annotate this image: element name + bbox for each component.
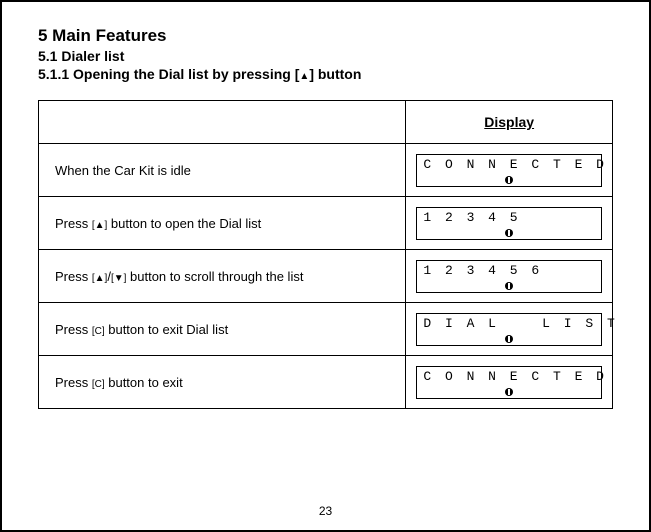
header-display: Display	[406, 101, 613, 144]
row-description-cell: Press [C] button to exit	[39, 356, 406, 409]
lcd-status-line	[423, 172, 595, 184]
row-description: Press [C] button to exit Dial list	[39, 322, 405, 337]
table-row: Press [C] button to exit C O N N E C T E …	[39, 356, 613, 409]
text: Press	[55, 216, 92, 231]
row-display-cell: D I A L L I S T	[406, 303, 613, 356]
bluetooth-icon	[505, 176, 513, 184]
lcd-screen: 1 2 3 4 5 6	[416, 260, 602, 293]
heading-3-pre: 5.1.1 Opening the Dial list by pressing …	[38, 66, 299, 82]
lcd-status-line	[423, 278, 595, 290]
key-icon: [▲]	[92, 273, 107, 284]
bluetooth-icon	[505, 388, 513, 396]
table-row: Press [▲] button to open the Dial list 1 …	[39, 197, 613, 250]
lcd-screen: D I A L L I S T	[416, 313, 602, 346]
lcd-status-line	[423, 225, 595, 237]
lcd-text: C O N N E C T E D	[423, 370, 595, 384]
text: Press	[55, 322, 92, 337]
header-empty	[39, 101, 406, 144]
table-row: Press [▲]/[▼] button to scroll through t…	[39, 250, 613, 303]
lcd-text: 1 2 3 4 5	[423, 211, 595, 225]
lcd-status-line	[423, 384, 595, 396]
row-display-cell: C O N N E C T E D	[406, 144, 613, 197]
lcd-status-line	[423, 331, 595, 343]
lcd-text: D I A L L I S T	[423, 317, 595, 331]
heading-3-post: ] button	[309, 66, 361, 82]
row-display-cell: 1 2 3 4 5	[406, 197, 613, 250]
heading-2: 5.1 Dialer list	[38, 48, 613, 64]
up-key-icon: ▲	[299, 71, 309, 82]
row-description: Press [▲]/[▼] button to scroll through t…	[39, 269, 405, 284]
dial-list-table: Display When the Car Kit is idle C O N N …	[38, 100, 613, 409]
table-header-row: Display	[39, 101, 613, 144]
lcd-screen: C O N N E C T E D	[416, 366, 602, 399]
table-row: Press [C] button to exit Dial list D I A …	[39, 303, 613, 356]
text: button to open the Dial list	[107, 216, 261, 231]
key-icon: [▲]	[92, 220, 107, 231]
page: 5 Main Features 5.1 Dialer list 5.1.1 Op…	[0, 0, 651, 532]
key-icon: [C]	[92, 326, 105, 337]
lcd-screen: 1 2 3 4 5	[416, 207, 602, 240]
lcd-text: C O N N E C T E D	[423, 158, 595, 172]
page-number: 23	[2, 504, 649, 518]
row-description: When the Car Kit is idle	[39, 163, 405, 178]
row-description: Press [C] button to exit	[39, 375, 405, 390]
row-description-cell: When the Car Kit is idle	[39, 144, 406, 197]
text: button to exit	[105, 375, 183, 390]
table-row: When the Car Kit is idle C O N N E C T E …	[39, 144, 613, 197]
lcd-screen: C O N N E C T E D	[416, 154, 602, 187]
row-description-cell: Press [C] button to exit Dial list	[39, 303, 406, 356]
row-display-cell: 1 2 3 4 5 6	[406, 250, 613, 303]
row-description-cell: Press [▲] button to open the Dial list	[39, 197, 406, 250]
lcd-text: 1 2 3 4 5 6	[423, 264, 595, 278]
row-description: Press [▲] button to open the Dial list	[39, 216, 405, 231]
bluetooth-icon	[505, 229, 513, 237]
key-icon: [▼]	[111, 273, 126, 284]
bluetooth-icon	[505, 282, 513, 290]
text: Press	[55, 375, 92, 390]
text: When the Car Kit is idle	[55, 163, 191, 178]
row-description-cell: Press [▲]/[▼] button to scroll through t…	[39, 250, 406, 303]
heading-3: 5.1.1 Opening the Dial list by pressing …	[38, 66, 613, 82]
bluetooth-icon	[505, 335, 513, 343]
row-display-cell: C O N N E C T E D	[406, 356, 613, 409]
key-icon: [C]	[92, 379, 105, 390]
heading-1: 5 Main Features	[38, 26, 613, 46]
text: button to exit Dial list	[105, 322, 229, 337]
header-display-label: Display	[484, 114, 534, 130]
text: button to scroll through the list	[126, 269, 303, 284]
text: Press	[55, 269, 92, 284]
